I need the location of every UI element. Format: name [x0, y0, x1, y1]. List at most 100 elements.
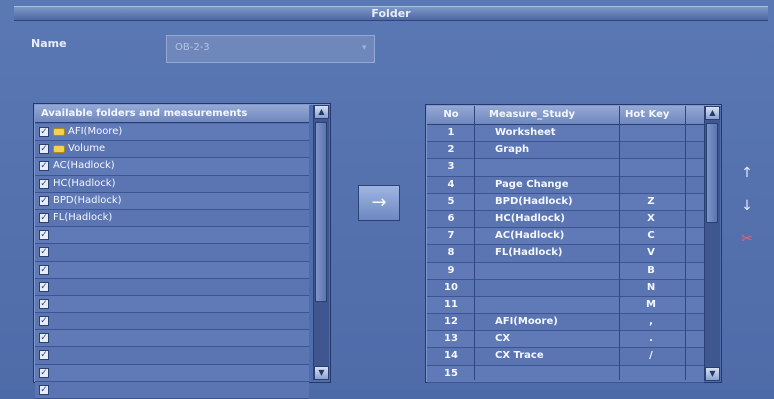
- checkbox[interactable]: ✓: [39, 230, 49, 241]
- cut-icon[interactable]: ✂: [735, 228, 759, 250]
- cell-measure: CX: [495, 333, 511, 345]
- table-row[interactable]: 12 AFI(Moore),: [427, 314, 704, 332]
- list-item[interactable]: ✓: [35, 313, 309, 331]
- cell-no: 1: [447, 127, 455, 138]
- table-row[interactable]: 7 AC(Hadlock) C: [427, 228, 704, 246]
- folder-icon: [53, 145, 65, 154]
- left-scrollbar[interactable]: ▲ ▼: [313, 105, 329, 380]
- checkbox[interactable]: ✓: [39, 127, 49, 137]
- list-item[interactable]: ✓ HC(Hadlock): [35, 175, 309, 193]
- list-item-label: HC(Hadlock): [53, 177, 116, 189]
- window-title: Folder: [371, 7, 411, 20]
- name-field[interactable]: OB-2-3 ▾: [166, 35, 375, 63]
- list-item[interactable]: ✓ FL(Hadlock): [35, 209, 309, 228]
- cell-no: 5: [447, 195, 455, 207]
- cell-hotkey: B: [647, 264, 655, 276]
- cell-no: 3: [447, 161, 455, 173]
- table-row[interactable]: 10 N: [427, 279, 704, 297]
- cell-hotkey: /: [649, 350, 653, 362]
- table-row[interactable]: 15: [427, 365, 704, 383]
- cell-measure: Page Change: [495, 178, 569, 190]
- list-item[interactable]: ✓ Volume: [35, 141, 309, 159]
- list-item[interactable]: ✓: [35, 347, 309, 365]
- cell-measure: HC(Hadlock): [495, 212, 565, 224]
- dropdown-icon: ▾: [362, 43, 367, 53]
- list-item[interactable]: ✓: [35, 278, 309, 296]
- cell-hotkey: V: [647, 247, 655, 259]
- list-item[interactable]: ✓: [35, 364, 309, 382]
- list-item[interactable]: ✓: [35, 330, 309, 348]
- table-row[interactable]: 11 M: [427, 296, 704, 315]
- scroll-thumb[interactable]: [706, 123, 718, 223]
- checkbox[interactable]: ✓: [39, 247, 49, 258]
- scroll-down-icon[interactable]: ▼: [314, 366, 329, 380]
- col-no: No: [443, 109, 459, 120]
- checkbox[interactable]: ✓: [39, 264, 49, 275]
- table-row[interactable]: 3: [427, 159, 704, 177]
- col-measure: Measure_Study: [489, 109, 576, 120]
- checkbox[interactable]: ✓: [39, 384, 49, 395]
- list-item[interactable]: ✓ BPD(Hadlock): [35, 192, 309, 210]
- checkbox[interactable]: ✓: [39, 333, 49, 344]
- cell-measure: Graph: [495, 144, 530, 156]
- table-header: No Measure_Study Hot Key: [427, 106, 704, 125]
- list-item-label: Volume: [68, 143, 106, 155]
- divider: [619, 106, 620, 380]
- right-scrollbar[interactable]: ▲ ▼: [704, 106, 720, 381]
- checkbox[interactable]: ✓: [39, 212, 49, 223]
- folder-dialog: Folder Name OB-2-3 ▾ Available folders a…: [0, 0, 774, 399]
- name-label: Name: [31, 37, 67, 50]
- cell-measure: CX Trace: [495, 350, 544, 362]
- table-row[interactable]: 2 Graph: [427, 142, 704, 160]
- checkbox[interactable]: ✓: [39, 144, 49, 155]
- checkbox[interactable]: ✓: [39, 298, 49, 309]
- list-item-label: BPD(Hadlock): [53, 194, 122, 206]
- list-item[interactable]: ✓ AFI(Moore): [35, 124, 309, 142]
- table-row[interactable]: 14 CX Trace /: [427, 348, 704, 366]
- list-item[interactable]: ✓: [35, 381, 309, 399]
- title-bar: Folder: [14, 6, 768, 21]
- checkbox[interactable]: ✓: [39, 316, 49, 327]
- cell-no: 13: [444, 333, 458, 345]
- list-item[interactable]: ✓: [35, 261, 309, 279]
- checkbox[interactable]: ✓: [39, 281, 49, 292]
- cell-measure: AFI(Moore): [495, 316, 558, 328]
- cell-measure: FL(Hadlock): [495, 247, 563, 259]
- divider: [685, 106, 686, 380]
- checkbox[interactable]: ✓: [39, 367, 49, 378]
- checkbox[interactable]: ✓: [39, 195, 49, 206]
- scroll-up-icon[interactable]: ▲: [705, 106, 720, 120]
- list-item[interactable]: ✓: [35, 227, 309, 245]
- table-row[interactable]: 4 Page Change: [427, 176, 704, 194]
- list-item-label: AFI(Moore): [68, 126, 123, 137]
- list-item[interactable]: ✓ AC(Hadlock): [35, 158, 309, 176]
- cell-hotkey: N: [646, 281, 656, 293]
- list-item-label: AC(Hadlock): [53, 160, 115, 172]
- scroll-up-icon[interactable]: ▲: [314, 105, 329, 119]
- divider: [474, 106, 475, 380]
- list-item[interactable]: ✓: [35, 244, 309, 262]
- checkbox[interactable]: ✓: [39, 350, 49, 361]
- table-row[interactable]: 9B: [427, 262, 704, 280]
- scroll-thumb[interactable]: [315, 122, 327, 302]
- cell-hotkey: C: [647, 230, 655, 242]
- table-row[interactable]: 5 BPD(Hadlock) Z: [427, 193, 704, 211]
- cell-no: 7: [447, 230, 455, 242]
- move-up-button[interactable]: ↑: [735, 162, 759, 184]
- scroll-down-icon[interactable]: ▼: [705, 367, 720, 381]
- add-to-study-button[interactable]: →: [358, 185, 400, 221]
- cell-hotkey: M: [646, 298, 656, 310]
- checkbox[interactable]: ✓: [39, 178, 49, 189]
- table-row[interactable]: 1 Worksheet: [427, 125, 704, 143]
- cell-no: 15: [444, 367, 458, 379]
- list-item[interactable]: ✓: [35, 295, 309, 314]
- cell-no: 6: [447, 212, 455, 224]
- table-row[interactable]: 6 HC(Hadlock) X: [427, 210, 704, 229]
- available-list: Available folders and measurements ✓ AFI(…: [33, 103, 331, 399]
- cell-hotkey: X: [647, 212, 655, 224]
- table-row[interactable]: 8 FL(Hadlock) V: [427, 245, 704, 263]
- cell-hotkey: .: [649, 333, 653, 345]
- move-down-button[interactable]: ↓: [735, 195, 759, 217]
- table-row[interactable]: 13 CX.: [427, 331, 704, 349]
- checkbox[interactable]: ✓: [39, 161, 49, 172]
